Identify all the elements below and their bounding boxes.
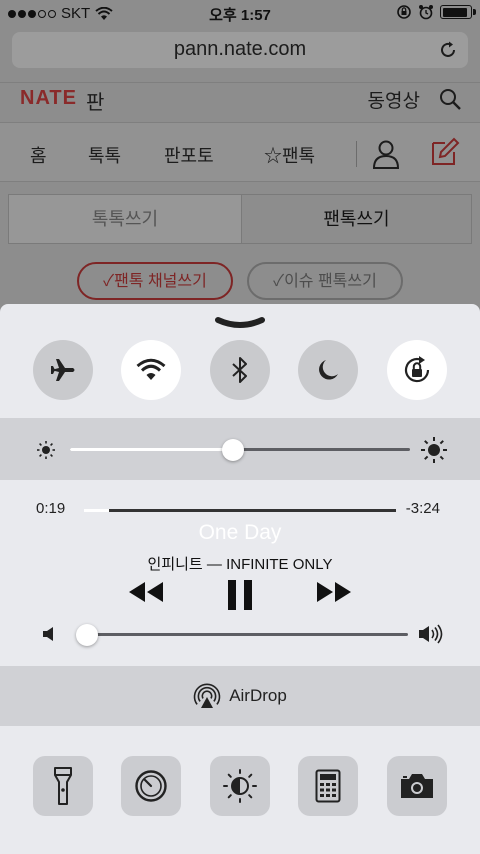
- status-bar: SKT 오후 1:57: [0, 0, 480, 26]
- section-title[interactable]: 판: [86, 86, 104, 115]
- brightness-high-icon: [421, 437, 447, 463]
- shortcut-row: [0, 756, 480, 818]
- write-tabs: 톡톡쓰기 팬톡쓰기: [8, 194, 472, 244]
- nav-item-home[interactable]: 홈: [30, 142, 47, 168]
- search-icon[interactable]: [438, 87, 462, 111]
- airdrop-icon: [193, 683, 221, 708]
- airdrop-button[interactable]: AirDrop: [0, 666, 480, 726]
- playback-progress-fill: [84, 509, 109, 512]
- song-title: One Day: [198, 521, 282, 544]
- user-icon[interactable]: [372, 139, 400, 169]
- volume-slider-thumb[interactable]: [75, 624, 98, 646]
- rotation-lock-icon: [404, 356, 430, 383]
- wifi-icon: [136, 358, 166, 380]
- flashlight-icon: [54, 767, 72, 805]
- battery-icon: [440, 5, 476, 19]
- now-playing-panel: 0:19 -3:24 One Day 인피니트 — INFINITE ONLY: [0, 480, 480, 666]
- alarm-icon: [419, 5, 433, 20]
- airplane-mode-toggle[interactable]: [33, 340, 93, 400]
- grabber-chevron-icon[interactable]: [215, 316, 265, 330]
- artist-album: 인피니트 — INFINITE ONLY: [147, 556, 333, 573]
- volume-high-icon: [419, 624, 443, 644]
- nate-logo[interactable]: NATE: [20, 87, 77, 110]
- bluetooth-toggle[interactable]: [210, 340, 270, 400]
- timer-icon: [135, 770, 167, 802]
- brightness-slider-thumb[interactable]: [222, 439, 245, 461]
- camera-icon: [401, 774, 433, 798]
- fast-forward-icon[interactable]: [315, 580, 353, 604]
- pause-icon[interactable]: [226, 580, 254, 610]
- site-nav: 홈 톡톡 판포토 ☆팬톡: [0, 122, 480, 182]
- tab-toktok-write[interactable]: 톡톡쓰기: [9, 195, 241, 243]
- nav-item-panphoto[interactable]: 판포토: [164, 142, 214, 168]
- video-link[interactable]: 동영상: [368, 86, 420, 113]
- address-bar[interactable]: pann.nate.com: [12, 32, 468, 68]
- remaining-time: -3:24: [405, 500, 440, 517]
- orientation-lock-status-icon: [397, 5, 411, 19]
- nav-item-toktok[interactable]: 톡톡: [88, 142, 121, 168]
- url-text: pann.nate.com: [173, 38, 307, 60]
- nav-item-fantalk[interactable]: ☆팬톡: [264, 142, 315, 168]
- volume-low-icon: [43, 627, 53, 641]
- night-shift-icon: [223, 769, 257, 803]
- airdrop-label: AirDrop: [229, 686, 287, 705]
- brightness-fill: [70, 448, 234, 451]
- fantalk-channel-write-button[interactable]: ✓팬톡 채널쓰기: [77, 262, 233, 300]
- night-shift-button[interactable]: [210, 756, 270, 816]
- toggle-row: [0, 340, 480, 420]
- calculator-button[interactable]: [298, 756, 358, 816]
- volume-control: [0, 620, 480, 650]
- compose-icon[interactable]: [430, 137, 460, 167]
- elapsed-time: 0:19: [36, 500, 66, 517]
- brightness-control: [0, 418, 480, 480]
- timer-button[interactable]: [121, 756, 181, 816]
- issue-fantalk-write-button[interactable]: ✓이슈 팬톡쓰기: [247, 262, 403, 300]
- camera-button[interactable]: [387, 756, 447, 816]
- moon-icon: [319, 360, 338, 380]
- reload-icon[interactable]: [438, 40, 458, 60]
- tab-fantalk-write[interactable]: 팬톡쓰기: [241, 195, 471, 243]
- rewind-icon[interactable]: [127, 580, 165, 604]
- playback-progress-bar[interactable]: [84, 509, 396, 512]
- nav-divider: [356, 141, 357, 167]
- wifi-toggle[interactable]: [121, 340, 181, 400]
- rotation-lock-toggle[interactable]: [387, 340, 447, 400]
- volume-track[interactable]: [80, 633, 408, 636]
- calculator-icon: [315, 769, 341, 803]
- brightness-low-icon: [37, 441, 55, 459]
- airplane-icon: [51, 359, 75, 381]
- flashlight-button[interactable]: [33, 756, 93, 816]
- do-not-disturb-toggle[interactable]: [298, 340, 358, 400]
- control-center: 0:19 -3:24 One Day 인피니트 — INFINITE ONLY: [0, 304, 480, 854]
- site-header: NATE 판 동영상: [0, 82, 480, 122]
- bluetooth-icon: [232, 357, 247, 383]
